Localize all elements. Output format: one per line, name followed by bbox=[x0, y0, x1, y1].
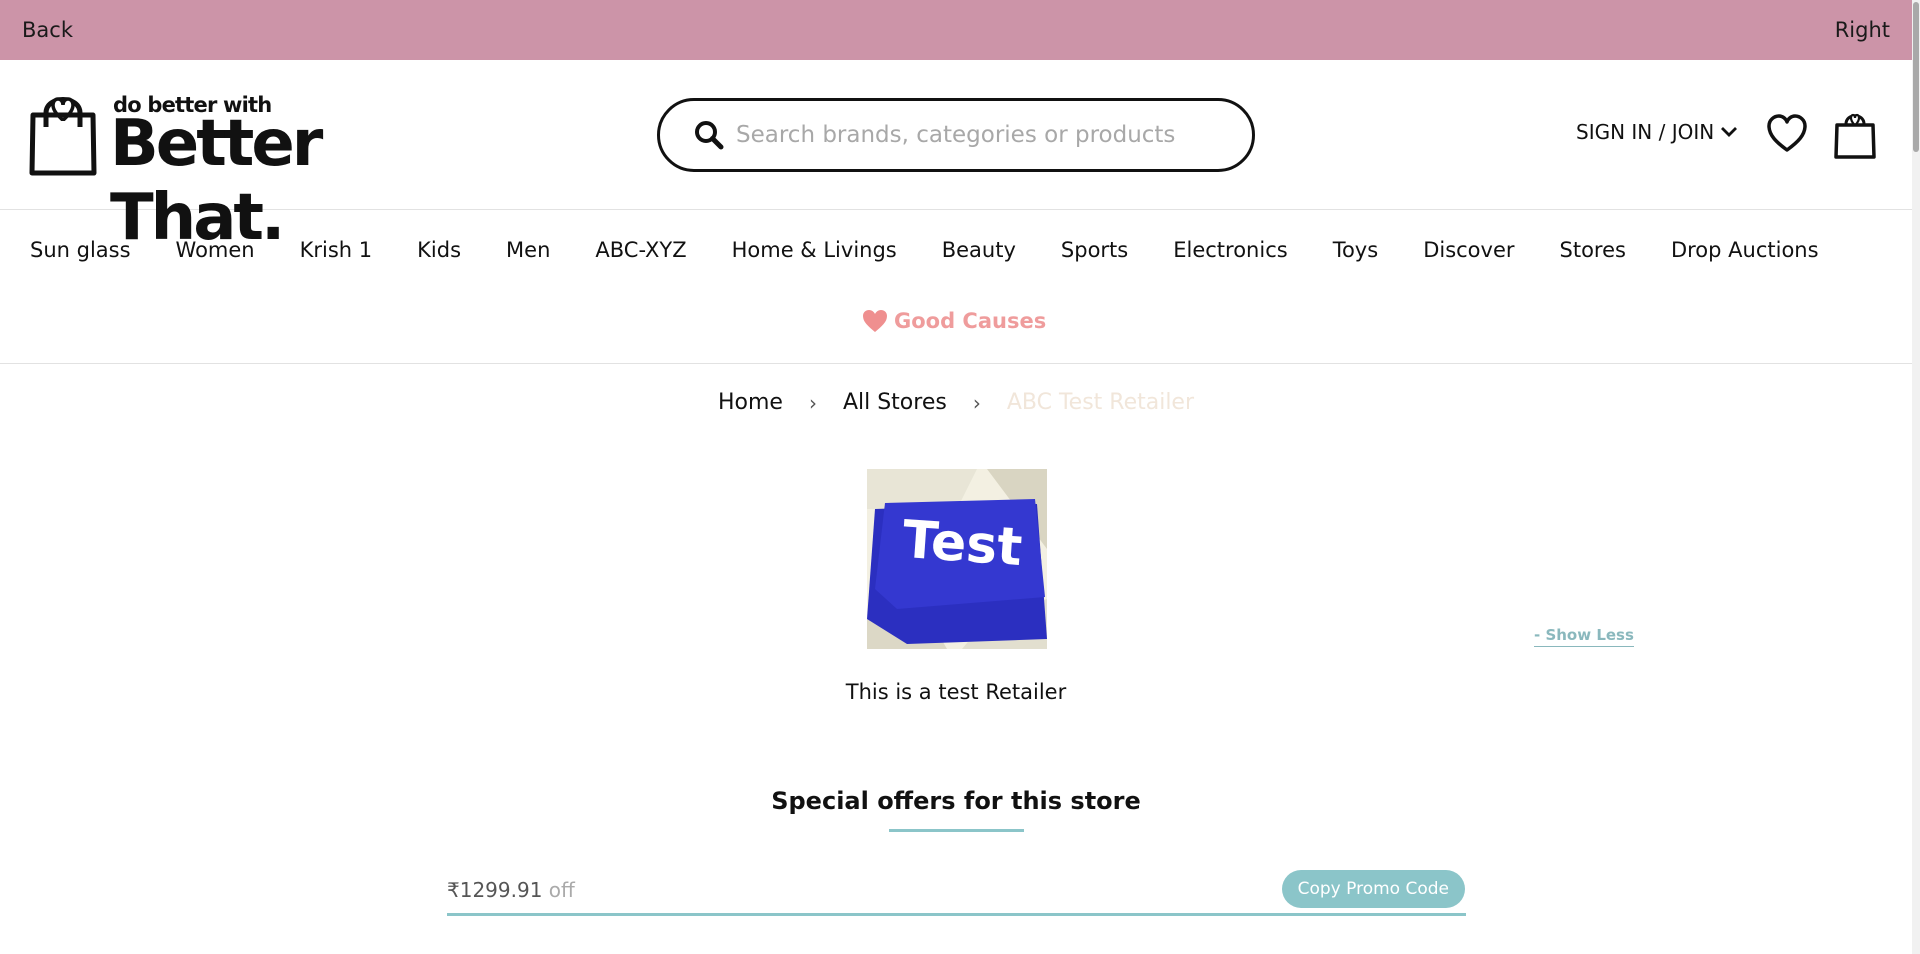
category-nav: Sun glass Women Krish 1 Kids Men ABC-XYZ Home … bbox=[0, 210, 1912, 364]
top-bar: Back Right bbox=[0, 0, 1912, 60]
chevron-down-icon bbox=[1721, 127, 1738, 137]
offer-amount-value: ₹1299.91 bbox=[447, 878, 543, 902]
store-description: This is a test Retailer bbox=[845, 680, 1067, 704]
special-offers-heading: Special offers for this store bbox=[771, 787, 1141, 815]
right-link[interactable]: Right bbox=[1835, 18, 1890, 42]
category-nav-row: Sun glass Women Krish 1 Kids Men ABC-XYZ Home … bbox=[30, 238, 1864, 262]
sign-in-join-menu[interactable]: SIGN IN / JOIN bbox=[1576, 120, 1738, 144]
good-causes-label: Good Causes bbox=[894, 309, 1047, 333]
nav-item-stores[interactable]: Stores bbox=[1560, 238, 1626, 262]
nav-item-home-livings[interactable]: Home & Livings bbox=[732, 238, 897, 262]
offer-row: ₹1299.91 off Copy Promo Code bbox=[447, 870, 1466, 916]
search-input[interactable] bbox=[734, 121, 1218, 149]
back-link[interactable]: Back bbox=[22, 18, 73, 42]
nav-item-discover[interactable]: Discover bbox=[1423, 238, 1514, 262]
nav-item-kids[interactable]: Kids bbox=[417, 238, 461, 262]
show-less-link[interactable]: - Show Less bbox=[1534, 626, 1634, 647]
nav-item-beauty[interactable]: Beauty bbox=[942, 238, 1016, 262]
cart-bag-icon[interactable] bbox=[1834, 110, 1876, 160]
heading-underline bbox=[889, 829, 1024, 832]
sign-in-join-label: SIGN IN / JOIN bbox=[1576, 120, 1715, 144]
breadcrumb-current: ABC Test Retailer bbox=[1006, 390, 1195, 415]
shopping-bag-logo-icon bbox=[29, 97, 97, 176]
heart-icon bbox=[863, 310, 887, 332]
breadcrumb: Home › All Stores › ABC Test Retailer bbox=[0, 390, 1912, 415]
wishlist-heart-icon[interactable] bbox=[1766, 114, 1808, 154]
store-logo-image: Test bbox=[867, 469, 1047, 649]
search-icon[interactable] bbox=[694, 120, 724, 150]
offer-amount-suffix: off bbox=[542, 878, 575, 902]
offer-amount: ₹1299.91 off bbox=[447, 878, 575, 902]
nav-item-electronics[interactable]: Electronics bbox=[1173, 238, 1287, 262]
good-causes-link[interactable]: Good Causes bbox=[862, 309, 1046, 333]
breadcrumb-all-stores[interactable]: All Stores bbox=[843, 390, 947, 415]
nav-item-sports[interactable]: Sports bbox=[1061, 238, 1128, 262]
nav-item-sun-glass[interactable]: Sun glass bbox=[30, 238, 131, 262]
chevron-right-icon: › bbox=[972, 390, 981, 415]
nav-item-men[interactable]: Men bbox=[506, 238, 550, 262]
store-image-text: Test bbox=[901, 510, 1025, 578]
nav-item-women[interactable]: Women bbox=[176, 238, 255, 262]
page-scrollbar[interactable] bbox=[1912, 0, 1920, 954]
nav-item-abc-xyz[interactable]: ABC-XYZ bbox=[595, 238, 686, 262]
site-header: do better with Better That. SIGN IN / JO… bbox=[0, 60, 1912, 255]
search-box[interactable] bbox=[657, 98, 1255, 172]
chevron-right-icon: › bbox=[808, 390, 817, 415]
nav-item-krish-1[interactable]: Krish 1 bbox=[300, 238, 373, 262]
scrollbar-thumb[interactable] bbox=[1913, 2, 1919, 152]
breadcrumb-home[interactable]: Home bbox=[718, 390, 783, 415]
nav-item-drop-auctions[interactable]: Drop Auctions bbox=[1671, 238, 1819, 262]
site-logo[interactable]: do better with Better That. bbox=[28, 93, 498, 255]
nav-item-toys[interactable]: Toys bbox=[1333, 238, 1378, 262]
copy-promo-code-button[interactable]: Copy Promo Code bbox=[1281, 870, 1465, 908]
